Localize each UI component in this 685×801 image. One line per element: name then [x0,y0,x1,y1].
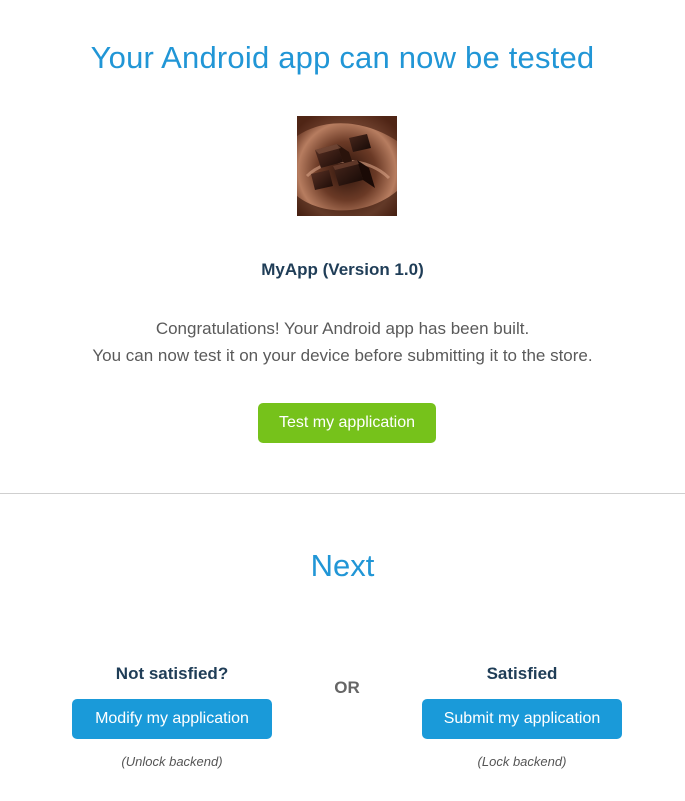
congratulations-message: Congratulations! Your Android app has be… [155,319,530,338]
satisfied-heading: Satisfied [486,664,558,683]
unlock-backend-note: (Unlock backend) [121,754,223,769]
not-satisfied-heading: Not satisfied? [115,664,229,683]
lock-backend-note: (Lock backend) [477,754,567,769]
next-section-title: Next [310,548,375,583]
page-title: Your Android app can now be tested [90,40,595,75]
submit-application-button[interactable]: Submit my application [422,699,622,739]
section-divider [0,493,685,494]
test-application-button[interactable]: Test my application [258,403,436,443]
app-icon [297,116,397,216]
or-separator: OR [334,678,360,697]
app-name: MyApp (Version 1.0) [261,260,424,279]
modify-application-button[interactable]: Modify my application [72,699,272,739]
test-instructions-message: You can now test it on your device befor… [92,346,593,365]
